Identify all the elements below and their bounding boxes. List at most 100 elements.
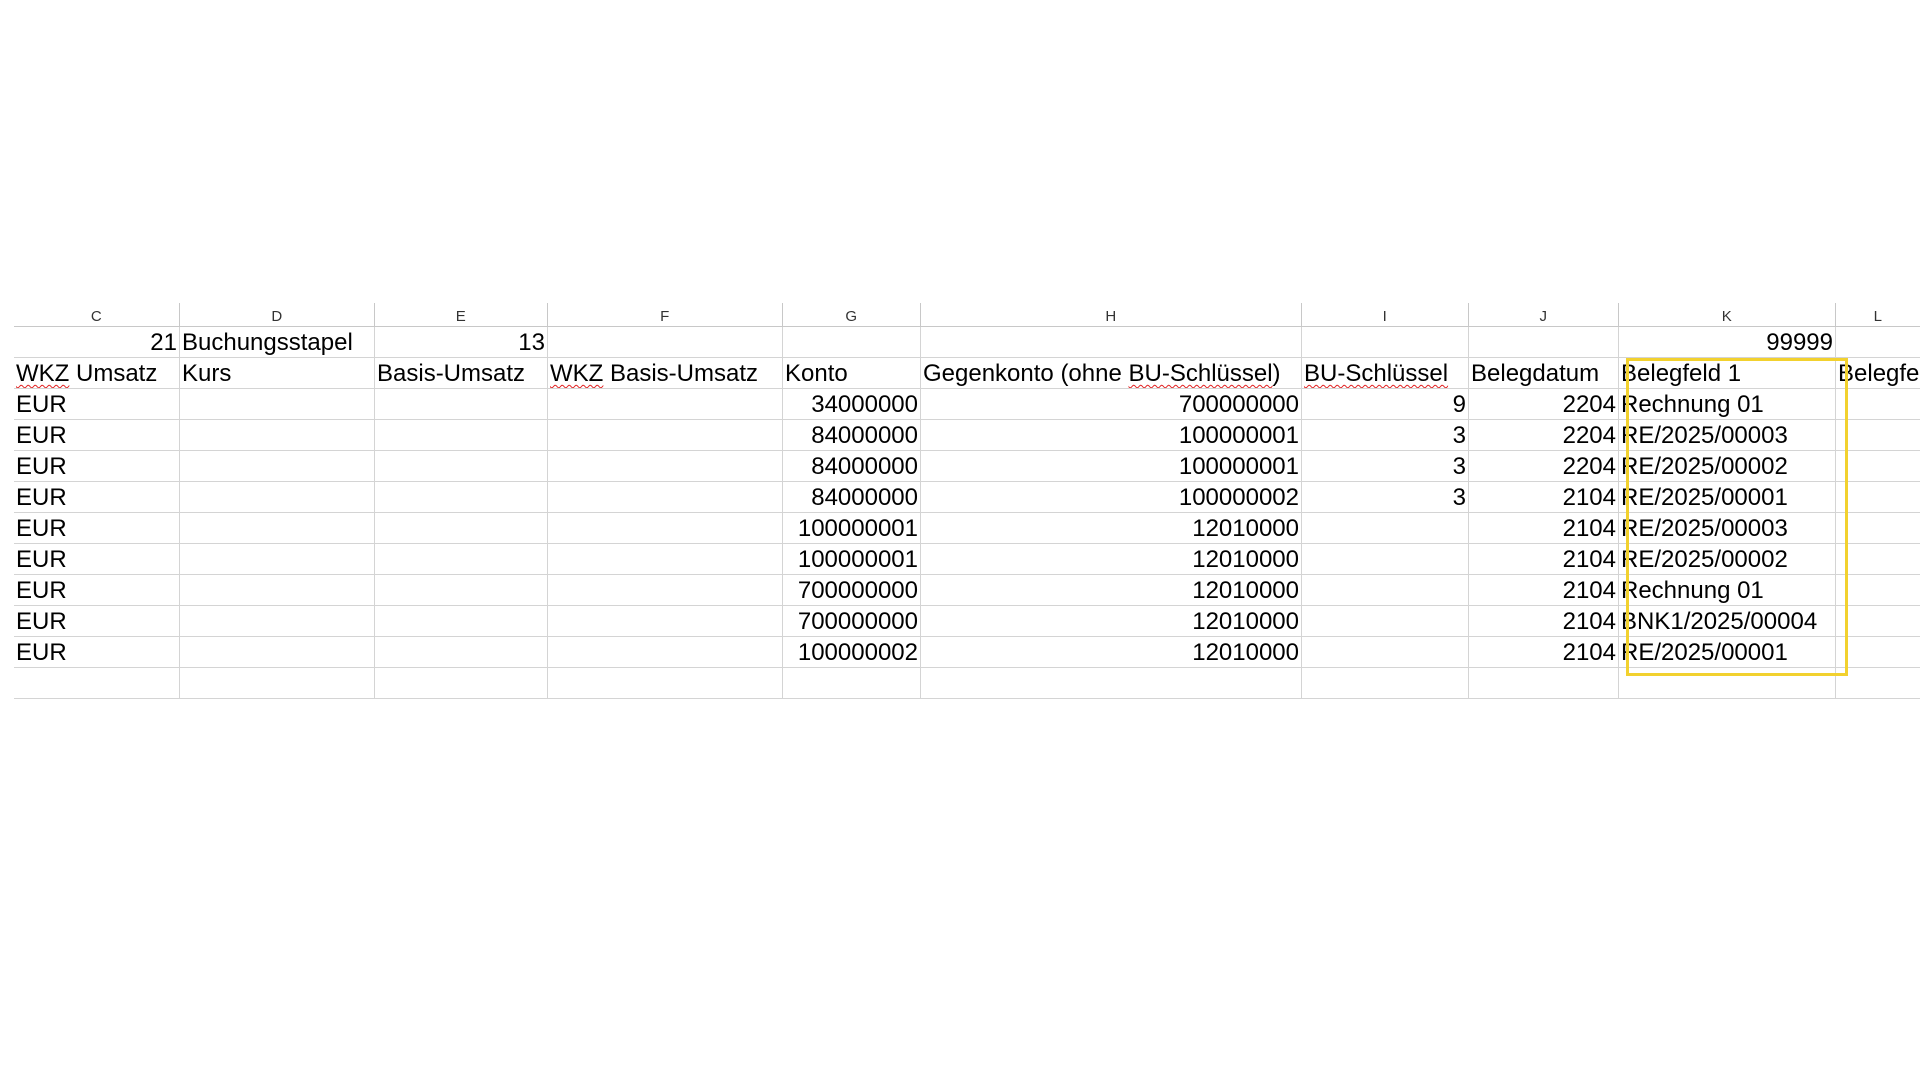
cell-wkz-basis-umsatz[interactable]	[547, 389, 782, 419]
cell-basis-umsatz[interactable]	[374, 637, 547, 667]
cell-empty[interactable]	[179, 668, 374, 698]
cell-basis-umsatz[interactable]	[374, 420, 547, 450]
cell-empty[interactable]	[374, 668, 547, 698]
cell-belegdatum[interactable]: 2104	[1468, 575, 1618, 605]
cell-belegfeld-1[interactable]: RE/2025/00003	[1618, 513, 1835, 543]
cell-empty[interactable]	[1301, 668, 1468, 698]
cell-empty[interactable]	[782, 668, 920, 698]
cell-d1[interactable]: Buchungsstapel	[179, 327, 374, 357]
cell-wkz-basis-umsatz[interactable]	[547, 606, 782, 636]
column-header-f[interactable]: F	[547, 303, 782, 326]
cell-bu-schluessel[interactable]: 9	[1301, 389, 1468, 419]
cell-kurs[interactable]	[179, 606, 374, 636]
cell-belegfeld-1[interactable]: RE/2025/00002	[1618, 451, 1835, 481]
cell-wkz-basis-umsatz[interactable]	[547, 482, 782, 512]
cell-belegdatum[interactable]: 2104	[1468, 606, 1618, 636]
cell-belegfeld-2[interactable]	[1835, 420, 1920, 450]
cell-belegdatum[interactable]: 2104	[1468, 637, 1618, 667]
cell-belegfeld-2[interactable]	[1835, 544, 1920, 574]
cell-basis-umsatz[interactable]	[374, 606, 547, 636]
cell-kurs[interactable]	[179, 513, 374, 543]
cell-gegenkonto[interactable]: 700000000	[920, 389, 1301, 419]
cell-basis-umsatz[interactable]	[374, 482, 547, 512]
cell-f1[interactable]	[547, 327, 782, 357]
cell-konto[interactable]: 100000001	[782, 544, 920, 574]
cell-belegdatum[interactable]: 2204	[1468, 389, 1618, 419]
cell-belegdatum[interactable]: 2104	[1468, 544, 1618, 574]
cell-belegfeld-1[interactable]: Rechnung 01	[1618, 389, 1835, 419]
cell-wkz-basis-umsatz[interactable]	[547, 513, 782, 543]
header-cell-konto[interactable]: Konto	[782, 358, 920, 388]
cell-empty[interactable]	[920, 668, 1301, 698]
cell-wkz-umsatz[interactable]: EUR	[14, 389, 179, 419]
cell-empty[interactable]	[1835, 668, 1920, 698]
column-header-h[interactable]: H	[920, 303, 1301, 326]
cell-kurs[interactable]	[179, 420, 374, 450]
cell-konto[interactable]: 100000002	[782, 637, 920, 667]
cell-wkz-umsatz[interactable]: EUR	[14, 482, 179, 512]
cell-g1[interactable]	[782, 327, 920, 357]
cell-empty[interactable]	[1468, 668, 1618, 698]
cell-gegenkonto[interactable]: 12010000	[920, 513, 1301, 543]
column-header-d[interactable]: D	[179, 303, 374, 326]
cell-basis-umsatz[interactable]	[374, 389, 547, 419]
cell-belegdatum[interactable]: 2104	[1468, 482, 1618, 512]
cell-basis-umsatz[interactable]	[374, 513, 547, 543]
cell-wkz-basis-umsatz[interactable]	[547, 544, 782, 574]
cell-kurs[interactable]	[179, 575, 374, 605]
cell-kurs[interactable]	[179, 389, 374, 419]
cell-i1[interactable]	[1301, 327, 1468, 357]
cell-konto[interactable]: 700000000	[782, 575, 920, 605]
cell-empty[interactable]	[547, 668, 782, 698]
cell-belegfeld-1[interactable]: RE/2025/00003	[1618, 420, 1835, 450]
cell-wkz-umsatz[interactable]: EUR	[14, 606, 179, 636]
cell-empty[interactable]	[14, 668, 179, 698]
cell-kurs[interactable]	[179, 544, 374, 574]
cell-wkz-umsatz[interactable]: EUR	[14, 513, 179, 543]
cell-bu-schluessel[interactable]	[1301, 637, 1468, 667]
cell-belegfeld-1[interactable]: BNK1/2025/00004	[1618, 606, 1835, 636]
header-cell-wkz-umsatz[interactable]: WKZ Umsatz	[14, 358, 179, 388]
cell-belegfeld-2[interactable]	[1835, 482, 1920, 512]
cell-belegfeld-1[interactable]: Rechnung 01	[1618, 575, 1835, 605]
header-cell-belegdatum[interactable]: Belegdatum	[1468, 358, 1618, 388]
cell-gegenkonto[interactable]: 100000001	[920, 451, 1301, 481]
column-header-k[interactable]: K	[1618, 303, 1835, 326]
cell-gegenkonto[interactable]: 12010000	[920, 575, 1301, 605]
cell-j1[interactable]	[1468, 327, 1618, 357]
cell-belegfeld-2[interactable]	[1835, 637, 1920, 667]
cell-basis-umsatz[interactable]	[374, 575, 547, 605]
cell-wkz-umsatz[interactable]: EUR	[14, 451, 179, 481]
cell-e1[interactable]: 13	[374, 327, 547, 357]
cell-gegenkonto[interactable]: 12010000	[920, 544, 1301, 574]
header-cell-bu-schluessel[interactable]: BU-Schlüssel	[1301, 358, 1468, 388]
cell-konto[interactable]: 84000000	[782, 482, 920, 512]
cell-c1[interactable]: 21	[14, 327, 179, 357]
cell-belegfeld-2[interactable]	[1835, 451, 1920, 481]
header-cell-basis-umsatz[interactable]: Basis-Umsatz	[374, 358, 547, 388]
cell-belegfeld-2[interactable]	[1835, 513, 1920, 543]
header-cell-gegenkonto[interactable]: Gegenkonto (ohne BU-Schlüssel)	[920, 358, 1301, 388]
cell-belegfeld-1[interactable]: RE/2025/00001	[1618, 637, 1835, 667]
cell-bu-schluessel[interactable]: 3	[1301, 482, 1468, 512]
cell-wkz-basis-umsatz[interactable]	[547, 420, 782, 450]
cell-konto[interactable]: 100000001	[782, 513, 920, 543]
cell-belegfeld-1[interactable]: RE/2025/00001	[1618, 482, 1835, 512]
cell-belegfeld-1[interactable]: RE/2025/00002	[1618, 544, 1835, 574]
cell-wkz-basis-umsatz[interactable]	[547, 451, 782, 481]
column-header-e[interactable]: E	[374, 303, 547, 326]
cell-konto[interactable]: 34000000	[782, 389, 920, 419]
cell-bu-schluessel[interactable]	[1301, 575, 1468, 605]
cell-bu-schluessel[interactable]	[1301, 606, 1468, 636]
cell-basis-umsatz[interactable]	[374, 544, 547, 574]
spreadsheet-grid[interactable]: C D E F G H I J K L 21 Buchungsstapel 13…	[14, 303, 1920, 699]
cell-konto[interactable]: 84000000	[782, 420, 920, 450]
header-cell-belegfeld-2[interactable]: Belegfe	[1835, 358, 1920, 388]
cell-wkz-umsatz[interactable]: EUR	[14, 544, 179, 574]
cell-belegdatum[interactable]: 2204	[1468, 451, 1618, 481]
cell-belegfeld-2[interactable]	[1835, 575, 1920, 605]
cell-wkz-basis-umsatz[interactable]	[547, 637, 782, 667]
cell-basis-umsatz[interactable]	[374, 451, 547, 481]
column-header-c[interactable]: C	[14, 303, 179, 326]
cell-belegfeld-2[interactable]	[1835, 389, 1920, 419]
